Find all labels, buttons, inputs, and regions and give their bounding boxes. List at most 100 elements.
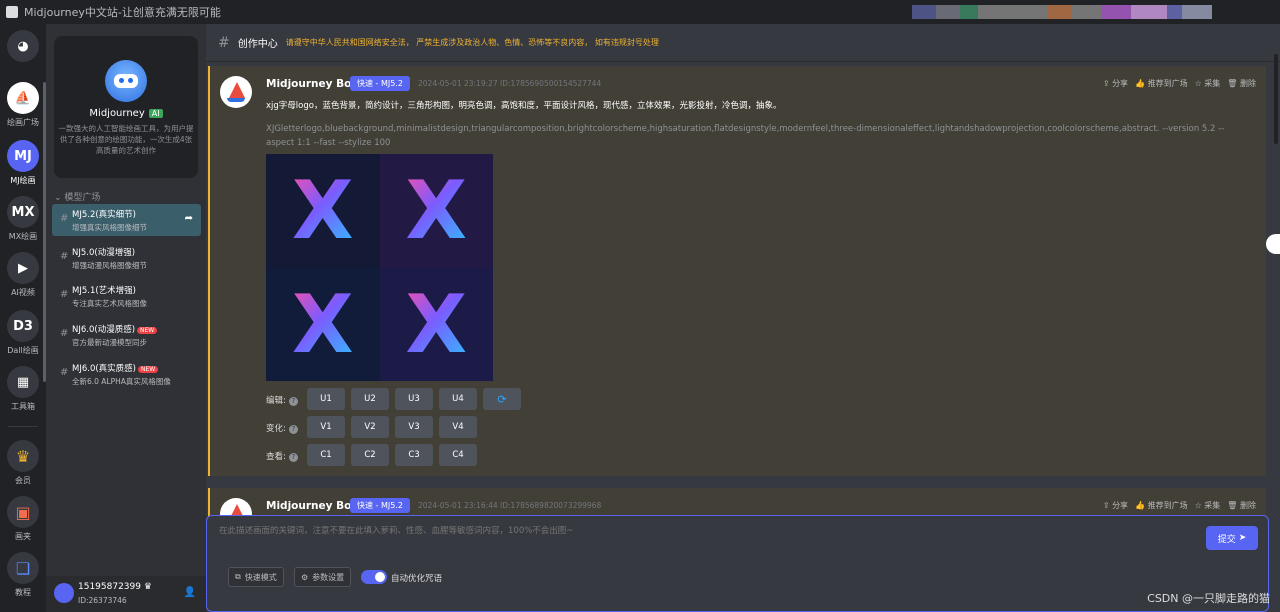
avatar[interactable] <box>54 583 74 603</box>
collect-action[interactable]: ☆ 采集 <box>1195 78 1221 89</box>
v4-button[interactable]: V4 <box>439 416 477 438</box>
c3-button[interactable]: C3 <box>395 444 433 466</box>
rail-label: AI视频 <box>11 288 35 297</box>
floating-assistant-icon[interactable] <box>1266 234 1280 254</box>
help-icon[interactable]: ? <box>288 425 298 434</box>
rail-label: 会员 <box>15 476 31 485</box>
c2-button[interactable]: C2 <box>351 444 389 466</box>
message-meta: 2024-05-01 23:16:44 ID:17856898200732999… <box>418 501 602 510</box>
prompt-input[interactable] <box>219 526 1179 536</box>
window-title: Midjourney中文站-让创意充满无限可能 <box>24 6 221 19</box>
image-tile-1[interactable]: X <box>266 154 380 268</box>
channel-title: NJ5.0(动漫增强) <box>72 248 136 258</box>
book-icon: ❏ <box>7 552 39 584</box>
share-action[interactable]: ⇪ 分享 <box>1103 78 1128 89</box>
card-title: Midjourney AI <box>89 108 163 119</box>
recommend-action[interactable]: 👍 推荐到广场 <box>1135 500 1188 511</box>
user-id: ID:26373746 <box>78 596 127 605</box>
channel-subtitle: 全新6.0 ALPHA真实风格图像 <box>72 377 171 386</box>
channel-item-mj51[interactable]: # MJ5.1(艺术增强) 专注真实艺术风格图像 <box>52 280 201 312</box>
rail-dall[interactable]: D3 Dall绘画 <box>6 310 40 356</box>
channel-item-nj60[interactable]: # NJ6.0(动漫质感) NEW 官方最新动漫模型同步 <box>52 319 201 351</box>
rail-label: MJ绘画 <box>10 176 36 185</box>
row-label-view: 查看:? <box>266 450 298 462</box>
channel-item-nj50[interactable]: # NJ5.0(动漫增强) 增强动漫风格图像细节 <box>52 242 201 274</box>
image-tile-4[interactable]: X <box>379 267 493 381</box>
row-label-text: 变化: <box>266 424 286 434</box>
rail-vip[interactable]: ♛ 会员 <box>6 440 40 486</box>
fast-mode-button[interactable]: ⧉ 快速模式 <box>228 567 284 587</box>
channel-item-mj52[interactable]: # MJ5.2(真实细节) 增强真实风格图像细节 ➦ <box>52 204 201 236</box>
hash-icon: # <box>60 289 69 300</box>
message-actions: ⇪ 分享 👍 推荐到广场 ☆ 采集 🗑 删除 <box>1103 78 1256 89</box>
auto-optimize-label: 自动优化咒语 <box>391 574 443 584</box>
main-panel: # 创作中心 请遵守中华人民共和国网络安全法， 严禁生成涉及政治人物、色情、恐怖… <box>206 24 1280 612</box>
delete-action[interactable]: 🗑 删除 <box>1227 78 1256 89</box>
share-action[interactable]: ⇪ 分享 <box>1103 500 1128 511</box>
submit-label: 提交 <box>1217 534 1236 545</box>
row-label-text: 查看: <box>266 452 286 462</box>
rail-tutorial[interactable]: ❏ 教程 <box>6 552 40 598</box>
v1-button[interactable]: V1 <box>307 416 345 438</box>
recommend-label: 推荐到广场 <box>1147 79 1188 88</box>
prompt-chinese: xjg字母logo，蓝色背景，简约设计，三角形构图，明亮色调，高饱和度，平面设计… <box>266 101 782 111</box>
c4-button[interactable]: C4 <box>439 444 477 466</box>
folder-icon: ▣ <box>7 496 39 528</box>
rail-folder[interactable]: ▣ 画夹 <box>6 496 40 542</box>
section-label-text: 模型广场 <box>64 193 101 203</box>
server-rail: ◕ ⛵ 绘画广场 MJ MJ绘画 MX MX绘画 ▶ AI视频 D3 Dall绘… <box>0 24 46 612</box>
hash-icon: # <box>60 251 69 262</box>
hash-icon: # <box>60 367 69 378</box>
author-name[interactable]: Midjourney Bot <box>266 500 356 512</box>
channel-title-text: MJ6.0(真实质感) <box>72 364 136 374</box>
prompt-composer: 提交➤ ⧉快速模式 ⚙参数设置 自动优化咒语 <box>206 515 1269 612</box>
u3-button[interactable]: U3 <box>395 388 433 410</box>
rail-label: 工具箱 <box>11 402 35 411</box>
author-name[interactable]: Midjourney Bot <box>266 78 356 90</box>
params-button[interactable]: ⚙ 参数设置 <box>294 567 352 587</box>
rail-discord[interactable]: ◕ <box>6 30 40 62</box>
bot-avatar[interactable] <box>220 76 252 108</box>
channel-subtitle: 专注真实艺术风格图像 <box>72 299 147 308</box>
u2-button[interactable]: U2 <box>351 388 389 410</box>
mode-tag: 快速 - MJ5.2 <box>350 76 410 91</box>
submit-button[interactable]: 提交 ➤ <box>1206 526 1258 550</box>
channel-item-mj60[interactable]: # MJ6.0(真实质感) NEW 全新6.0 ALPHA真实风格图像 <box>52 358 201 390</box>
recommend-action[interactable]: 👍 推荐到广场 <box>1135 78 1188 89</box>
rail-square[interactable]: ⛵ 绘画广场 <box>6 82 40 128</box>
bot-profile-card: Midjourney AI 一款强大的人工智能绘画工具，为用户提供了各种创意的绘… <box>54 36 198 178</box>
image-grid[interactable]: X X X X <box>266 154 493 381</box>
message-actions: ⇪ 分享 👍 推荐到广场 ☆ 采集 🗑 删除 <box>1103 500 1256 511</box>
help-icon[interactable]: ? <box>288 397 298 406</box>
v2-button[interactable]: V2 <box>351 416 389 438</box>
rail-divider <box>8 426 38 427</box>
u4-button[interactable]: U4 <box>439 388 477 410</box>
channel-sidebar: Midjourney AI 一款强大的人工智能绘画工具，为用户提供了各种创意的绘… <box>46 24 206 612</box>
delete-action[interactable]: 🗑 删除 <box>1227 500 1256 511</box>
share-icon[interactable]: ➦ <box>185 213 193 224</box>
mode-icon: ⧉ <box>235 572 241 581</box>
rail-tools[interactable]: ▦ 工具箱 <box>6 366 40 412</box>
main-scrollbar[interactable] <box>1274 54 1278 144</box>
rail-label: 画夹 <box>15 532 31 541</box>
delete-label: 删除 <box>1240 501 1256 510</box>
mx-icon: MX <box>7 196 39 228</box>
grid-icon: ▦ <box>7 366 39 398</box>
auto-optimize-toggle[interactable] <box>361 570 387 584</box>
help-icon[interactable]: ? <box>288 453 298 462</box>
rail-mj[interactable]: MJ MJ绘画 <box>6 140 40 186</box>
delete-label: 删除 <box>1240 79 1256 88</box>
image-tile-2[interactable]: X <box>379 154 493 268</box>
user-name-text: 15195872399 <box>78 582 141 592</box>
c1-button[interactable]: C1 <box>307 444 345 466</box>
image-tile-3[interactable]: X <box>266 267 380 381</box>
u1-button[interactable]: U1 <box>307 388 345 410</box>
rail-video[interactable]: ▶ AI视频 <box>6 252 40 298</box>
rail-mx[interactable]: MX MX绘画 <box>6 196 40 242</box>
refresh-icon[interactable]: ⟳ <box>483 388 521 410</box>
collect-action[interactable]: ☆ 采集 <box>1195 500 1221 511</box>
v3-button[interactable]: V3 <box>395 416 433 438</box>
channel-title: MJ5.2(真实细节) <box>72 210 136 220</box>
ai-badge: AI <box>148 109 163 118</box>
user-settings-icon[interactable]: 👤 <box>184 587 196 598</box>
